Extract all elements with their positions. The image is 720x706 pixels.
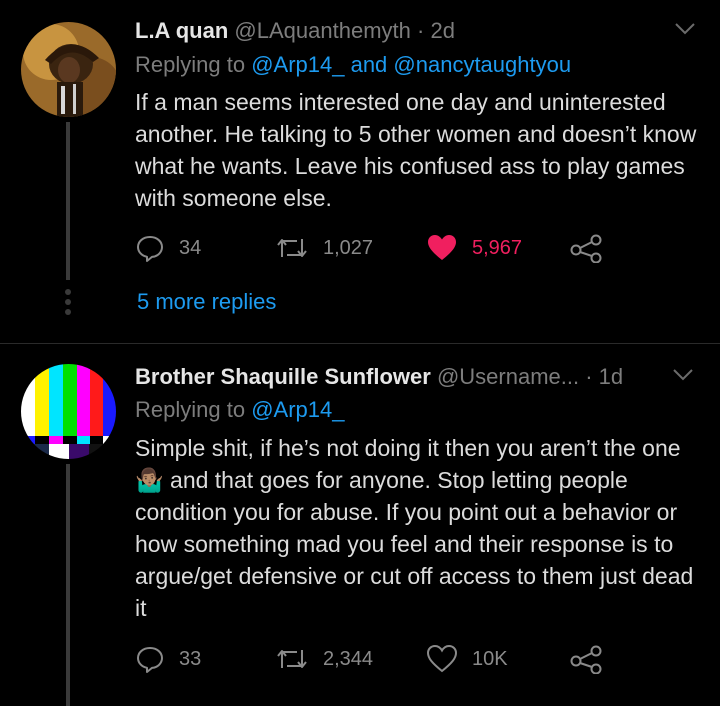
chevron-down-icon[interactable] xyxy=(674,22,696,41)
share-button[interactable] xyxy=(569,233,603,263)
display-name[interactable]: Brother Shaquille Sunflower xyxy=(135,364,431,389)
tweet-text-part-2: and that goes for anyone. Stop letting p… xyxy=(135,467,694,621)
tweet-2[interactable]: Brother Shaquille Sunflower @Username...… xyxy=(0,344,720,706)
like-button[interactable]: 5,967 xyxy=(426,233,522,263)
more-replies-link[interactable]: 5 more replies xyxy=(137,289,276,315)
retweet-count: 2,344 xyxy=(323,647,374,670)
separator: · xyxy=(585,364,593,389)
avatar[interactable] xyxy=(21,364,116,459)
reply-icon xyxy=(137,236,163,262)
display-name[interactable]: L.A quan xyxy=(135,18,228,43)
heart-filled-icon xyxy=(428,235,456,260)
tweet-header: L.A quan @LAquanthemyth · 2d xyxy=(135,18,455,44)
thread-line xyxy=(66,464,70,706)
reply-button[interactable]: 34 xyxy=(135,233,201,263)
replying-to: Replying to @Arp14_ xyxy=(135,397,344,423)
retweet-button[interactable]: 2,344 xyxy=(275,644,373,674)
tweet-1[interactable]: L.A quan @LAquanthemyth · 2d Replying to… xyxy=(0,0,720,342)
handle[interactable]: @LAquanthemyth xyxy=(234,18,410,43)
shrug-emoji: 🤷🏽‍♂️ xyxy=(135,467,164,493)
reply-icon xyxy=(137,647,163,673)
retweet-icon xyxy=(277,239,307,257)
replying-prefix: Replying to xyxy=(135,52,246,77)
timestamp[interactable]: 1d xyxy=(599,364,623,389)
reply-count: 33 xyxy=(179,647,202,670)
tweet-text: Simple shit, if he’s not doing it then y… xyxy=(135,432,705,624)
avatar-image xyxy=(21,22,116,117)
like-button[interactable]: 10K xyxy=(426,644,508,674)
reply-count: 34 xyxy=(179,236,202,259)
handle[interactable]: @Username... xyxy=(437,364,579,389)
share-icon xyxy=(570,234,602,263)
heart-outline-icon xyxy=(426,644,458,673)
avatar-image xyxy=(21,364,116,459)
retweet-icon xyxy=(277,650,307,668)
replying-to-users[interactable]: @Arp14_ and @nancytaughtyou xyxy=(251,52,571,77)
tweet-text-part-1: Simple shit, if he’s not doing it then y… xyxy=(135,435,681,461)
separator: · xyxy=(417,18,425,43)
replying-prefix: Replying to xyxy=(135,397,246,422)
reply-button[interactable]: 33 xyxy=(135,644,201,674)
tweet-text: If a man seems interested one day and un… xyxy=(135,89,697,211)
tweet-header: Brother Shaquille Sunflower @Username...… xyxy=(135,364,623,390)
like-count: 10K xyxy=(472,647,508,670)
like-count: 5,967 xyxy=(472,236,523,259)
replying-to-users[interactable]: @Arp14_ xyxy=(251,397,344,422)
retweet-button[interactable]: 1,027 xyxy=(275,233,373,263)
timestamp[interactable]: 2d xyxy=(430,18,454,43)
retweet-count: 1,027 xyxy=(323,236,374,259)
thread-line xyxy=(66,122,70,280)
share-button[interactable] xyxy=(569,644,603,674)
avatar[interactable] xyxy=(21,22,116,117)
chevron-down-icon[interactable] xyxy=(672,368,694,387)
share-icon xyxy=(570,645,602,674)
replying-to: Replying to @Arp14_ and @nancytaughtyou xyxy=(135,52,571,78)
thread-dots xyxy=(65,289,71,319)
